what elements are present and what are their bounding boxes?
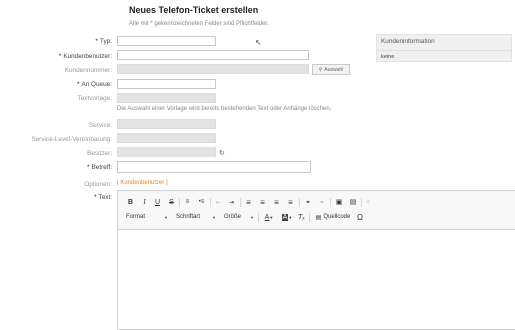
refresh-icon[interactable]: ↻ — [219, 149, 225, 157]
align-left-icon[interactable]: ≡ — [244, 197, 253, 207]
required-star: * — [58, 53, 62, 60]
kundenbenutzer-input[interactable] — [117, 50, 309, 60]
editor-content-area[interactable] — [118, 230, 515, 330]
font-dropdown[interactable]: Schriftart ▼ — [176, 212, 216, 222]
toolbar-divider — [330, 198, 331, 207]
template-note: Die Auswahl einer Vorlage wird bereits b… — [117, 106, 332, 112]
search-icon: ⚲ — [318, 66, 323, 73]
justify-icon[interactable]: ≡ — [286, 197, 295, 207]
toolbar-divider — [240, 198, 241, 207]
sla-select — [117, 133, 216, 143]
auswahl-button[interactable]: ⚲ Auswahl — [312, 64, 350, 75]
rich-text-editor[interactable]: B I U S ≡ •≡ ⇤ ⇥ ≡ ≡ ≡ ≡ ⚭ ⚭ ▣ ▤ + Forma… — [117, 190, 515, 330]
kundenbenutzer-option-link[interactable]: [ Kundenbenutzer ] — [117, 180, 168, 186]
unlink-icon[interactable]: ⚭ — [317, 197, 327, 207]
required-star: * — [94, 194, 97, 201]
table-icon[interactable]: ▤ — [348, 197, 358, 207]
betreff-input[interactable] — [117, 161, 311, 173]
chevron-down-icon: ▼ — [212, 214, 216, 220]
typ-label: * Typ: — [95, 38, 112, 45]
format-dropdown[interactable]: Format ▼ — [126, 212, 168, 222]
indent-icon[interactable]: ⇥ — [227, 197, 236, 207]
special-char-icon[interactable]: Ω — [355, 212, 365, 222]
textvorlage-select — [117, 93, 216, 103]
text-color-icon[interactable]: A ▼ — [262, 212, 276, 222]
service-label: Service: — [88, 122, 112, 129]
kundennummer-label: Kundennummer: — [64, 67, 112, 74]
strikethrough-icon[interactable]: S — [167, 197, 176, 207]
source-button[interactable]: ▤ Quellcode — [313, 212, 353, 222]
kundennummer-input — [117, 64, 309, 74]
background-color-icon[interactable]: A ▼ — [280, 212, 294, 222]
kundenbenutzer-label: * Kundenbenutzer: — [58, 53, 112, 60]
ordered-list-icon[interactable]: ≡ — [183, 197, 192, 207]
textvorlage-label: Textvorlage: — [77, 95, 112, 102]
required-star: * — [76, 81, 80, 88]
source-icon: ▤ — [315, 214, 322, 221]
editor-toolbar: B I U S ≡ •≡ ⇤ ⇥ ≡ ≡ ≡ ≡ ⚭ ⚭ ▣ ▤ + Forma… — [118, 191, 515, 230]
add-icon[interactable]: + — [364, 197, 372, 207]
align-right-icon[interactable]: ≡ — [272, 197, 281, 207]
text-label: * Text: — [94, 194, 112, 201]
required-star: * — [87, 164, 90, 171]
an-queue-select[interactable] — [117, 79, 216, 89]
toolbar-divider — [210, 198, 211, 207]
customer-info-title: Kundeninformation — [377, 35, 511, 51]
besitzer-label: Besitzer: — [87, 150, 112, 157]
service-select — [117, 119, 216, 129]
toolbar-divider — [179, 198, 180, 207]
underline-icon[interactable]: U — [153, 197, 162, 207]
customer-info-panel: Kundeninformation keine — [376, 34, 512, 62]
toolbar-divider — [309, 213, 310, 222]
toolbar-divider — [299, 198, 300, 207]
betreff-label: * Betreff: — [87, 164, 112, 171]
besitzer-select — [117, 147, 216, 157]
page-title: Neues Telefon-Ticket erstellen — [129, 5, 259, 15]
toolbar-divider — [258, 213, 259, 222]
image-icon[interactable]: ▣ — [334, 197, 344, 207]
bold-icon[interactable]: B — [126, 197, 135, 207]
chevron-down-icon: ▼ — [164, 214, 168, 220]
link-icon[interactable]: ⚭ — [303, 197, 313, 207]
mouse-cursor-icon: ↖ — [255, 38, 262, 47]
size-dropdown[interactable]: Größe ▼ — [224, 212, 254, 222]
required-star: * — [95, 38, 98, 45]
an-queue-label: * An Queue: — [76, 81, 112, 88]
sla-label: Service-Level-Vereinbarung: — [31, 136, 112, 143]
typ-select[interactable] — [117, 36, 216, 46]
align-center-icon[interactable]: ≡ — [258, 197, 267, 207]
customer-info-value: keine — [381, 54, 395, 60]
bullet-list-icon[interactable]: •≡ — [197, 197, 206, 207]
required-fields-hint: Alle mit * gekennzeichneten Felder sind … — [129, 21, 269, 27]
remove-format-icon[interactable]: Tₓ — [297, 212, 306, 222]
optionen-label: Optionen: — [84, 181, 112, 188]
chevron-down-icon: ▼ — [250, 214, 254, 220]
outdent-icon[interactable]: ⇤ — [214, 197, 223, 207]
toolbar-divider — [361, 198, 362, 207]
italic-icon[interactable]: I — [140, 197, 149, 207]
